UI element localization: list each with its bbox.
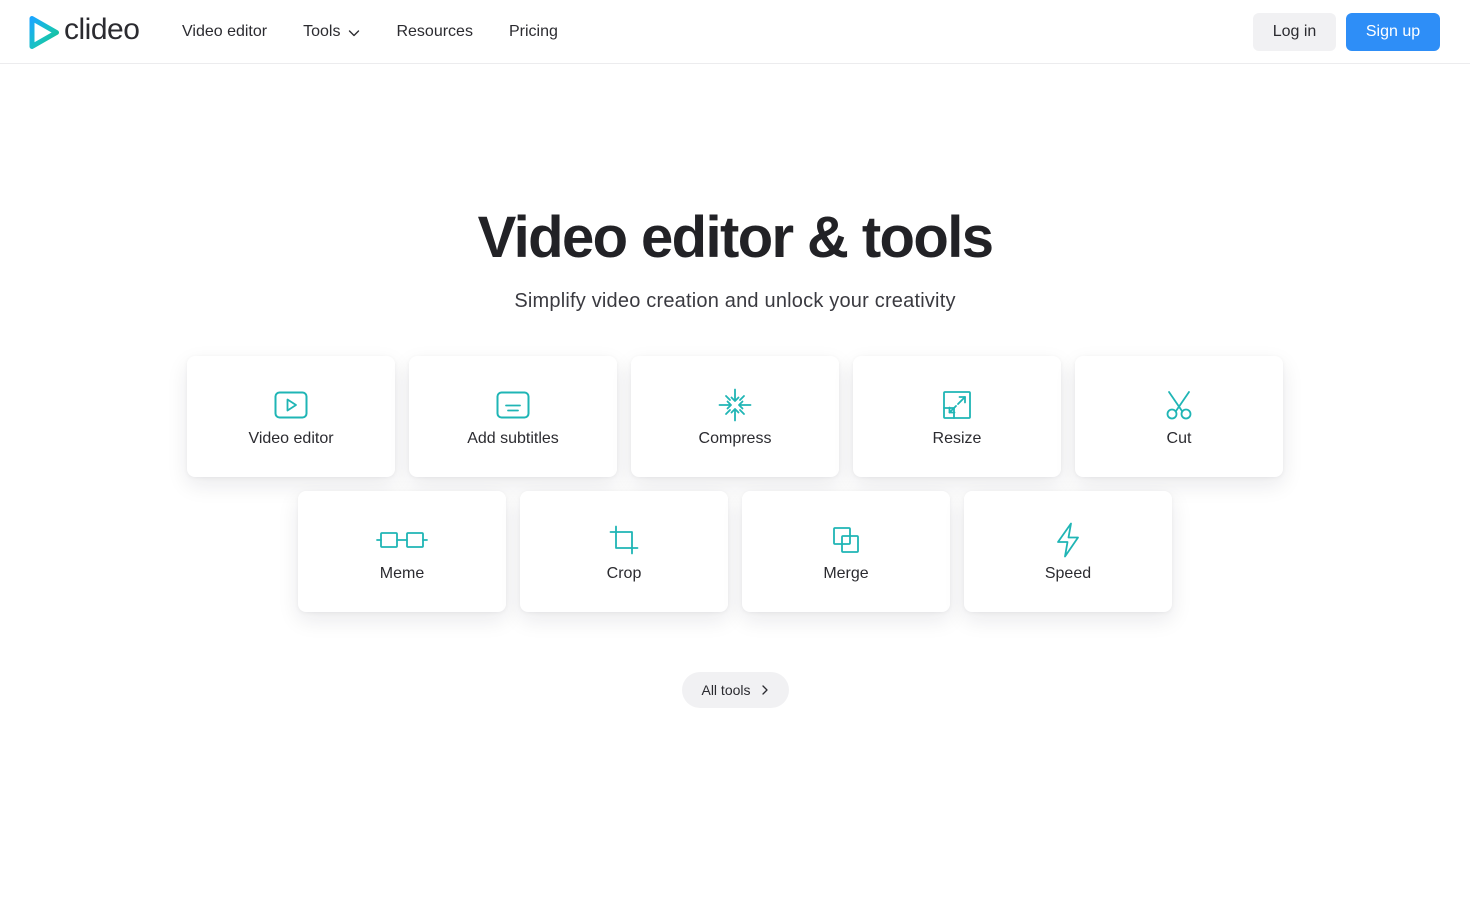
nav-resources[interactable]: Resources xyxy=(396,22,472,42)
merge-icon xyxy=(828,524,864,556)
page-title: Video editor & tools xyxy=(477,205,994,270)
lightning-icon xyxy=(1050,522,1086,558)
play-icon xyxy=(273,389,309,421)
tool-card-label: Merge xyxy=(823,565,869,582)
tool-card-compress[interactable]: Compress xyxy=(631,356,839,477)
tool-card-label: Speed xyxy=(1044,565,1092,582)
tool-card-label: Meme xyxy=(379,565,425,582)
tool-card-label: Compress xyxy=(698,430,772,447)
nav-pricing-label: Pricing xyxy=(508,23,558,40)
page-subtitle: Simplify video creation and unlock your … xyxy=(514,290,956,312)
tool-card-merge[interactable]: Merge xyxy=(742,491,950,612)
tool-card-label: Add subtitles xyxy=(467,430,559,447)
tool-card-crop[interactable]: Crop xyxy=(520,491,728,612)
nav-video-editor[interactable]: Video editor xyxy=(182,22,267,42)
nav-tools[interactable]: Tools xyxy=(303,22,360,42)
tool-card-speed[interactable]: Speed xyxy=(964,491,1172,612)
resize-icon xyxy=(939,389,975,421)
login-button[interactable]: Log in xyxy=(1253,13,1336,51)
tool-card-label: Crop xyxy=(606,565,642,582)
compress-icon xyxy=(717,388,753,422)
tool-card-label: Resize xyxy=(932,430,982,447)
tool-grid: Video editor Add subtitles Compress Resi… xyxy=(0,0,1470,923)
tool-card-meme[interactable]: Meme xyxy=(298,491,506,612)
main-nav: Video editor Tools Resources Pricing xyxy=(182,0,594,64)
tool-card-cut[interactable]: Cut xyxy=(1075,356,1283,477)
scissors-icon xyxy=(1161,389,1197,421)
nav-tools-label: Tools xyxy=(303,23,341,40)
logo-play-icon xyxy=(29,15,59,49)
crop-icon xyxy=(606,524,642,556)
chevron-right-icon xyxy=(761,685,768,695)
tool-card-resize[interactable]: Resize xyxy=(853,356,1061,477)
subtitles-icon xyxy=(495,389,531,421)
site-header: clideo Video editor Tools Resources Pric… xyxy=(0,0,1470,64)
tool-card-label: Video editor xyxy=(248,430,334,447)
nav-resources-label: Resources xyxy=(396,23,473,40)
nav-pricing[interactable]: Pricing xyxy=(509,22,558,42)
meme-icon xyxy=(376,524,428,556)
all-tools-label: All tools xyxy=(701,682,751,698)
tool-card-video-editor[interactable]: Video editor xyxy=(187,356,395,477)
signup-button[interactable]: Sign up xyxy=(1346,13,1440,51)
tool-card-label: Cut xyxy=(1166,430,1192,447)
tool-card-add-subtitles[interactable]: Add subtitles xyxy=(409,356,617,477)
clideo-logo[interactable]: clideo xyxy=(29,13,140,50)
nav-video-editor-label: Video editor xyxy=(182,23,268,40)
logo-wordmark: clideo xyxy=(64,13,140,46)
all-tools-button[interactable]: All tools xyxy=(682,672,789,708)
chevron-down-icon xyxy=(349,29,360,36)
